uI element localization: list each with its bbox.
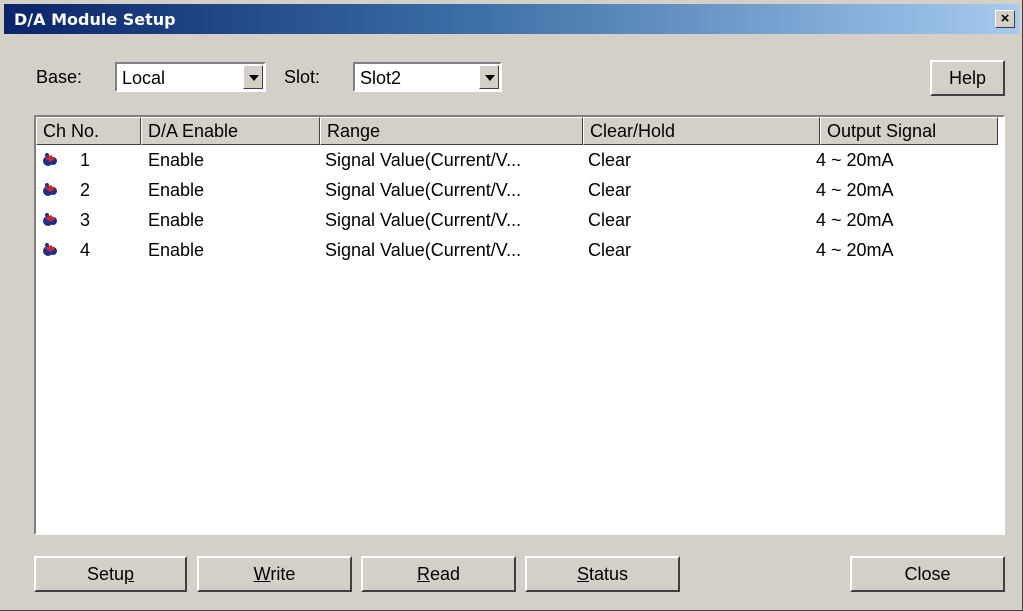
range-cell: Signal Value(Current/V... [325, 210, 522, 230]
table-row[interactable]: 4 Enable Signal Value(Current/V... Clear… [36, 237, 1003, 267]
status-button[interactable]: Status [525, 556, 680, 592]
chevron-down-icon[interactable] [479, 65, 499, 89]
range-cell: Signal Value(Current/V... [325, 180, 522, 200]
title-bar[interactable]: D/A Module Setup × [4, 4, 1019, 34]
channel-icon [43, 213, 57, 226]
column-header-da-enable[interactable]: D/A Enable [141, 117, 320, 145]
da-enable-cell: Enable [148, 210, 205, 230]
range-cell: Signal Value(Current/V... [325, 150, 522, 170]
status-label: tatus [588, 564, 629, 584]
setup-button[interactable]: Setup [34, 556, 187, 592]
window-title: D/A Module Setup [14, 10, 176, 29]
table-row[interactable]: 3 Enable Signal Value(Current/V... Clear… [36, 207, 1003, 237]
range-cell: Signal Value(Current/V... [325, 240, 522, 260]
da-enable-cell: Enable [148, 150, 205, 170]
setup-accel: p [124, 564, 135, 584]
channel-icon [43, 243, 57, 256]
clear-hold-cell: Clear [588, 180, 632, 200]
ch-no-cell: 3 [80, 210, 91, 230]
da-enable-cell: Enable [148, 180, 205, 200]
table-row[interactable]: 2 Enable Signal Value(Current/V... Clear… [36, 177, 1003, 207]
clear-hold-cell: Clear [588, 210, 632, 230]
base-select[interactable]: Local [115, 62, 266, 92]
output-signal-cell: 4 ~ 20mA [816, 210, 894, 230]
table-row[interactable]: 1 Enable Signal Value(Current/V... Clear… [36, 147, 1003, 177]
channel-icon [43, 183, 57, 196]
close-button[interactable]: Close [850, 556, 1005, 592]
slot-select[interactable]: Slot2 [353, 62, 502, 92]
clear-hold-cell: Clear [588, 150, 632, 170]
ch-no-cell: 4 [80, 240, 91, 260]
column-header-range[interactable]: Range [320, 117, 583, 145]
read-button[interactable]: Read [361, 556, 516, 592]
ch-no-cell: 2 [80, 180, 91, 200]
write-button[interactable]: Write [197, 556, 352, 592]
base-label: Base: [36, 67, 83, 87]
output-signal-cell: 4 ~ 20mA [816, 240, 894, 260]
dialog-window: D/A Module Setup × Base: Local Slot: Slo… [0, 0, 1023, 611]
column-header-output-signal[interactable]: Output Signal [820, 117, 998, 145]
close-icon[interactable]: × [995, 10, 1015, 28]
output-signal-cell: 4 ~ 20mA [816, 180, 894, 200]
channel-icon [43, 153, 57, 166]
clear-hold-cell: Clear [588, 240, 632, 260]
slot-select-value: Slot2 [360, 68, 402, 88]
read-label: ead [429, 564, 461, 584]
slot-label: Slot: [284, 67, 321, 87]
ch-no-cell: 1 [80, 150, 91, 170]
status-accel: S [576, 564, 589, 584]
column-header-clear-hold[interactable]: Clear/Hold [583, 117, 820, 145]
column-header-ch-no[interactable]: Ch No. [36, 117, 141, 145]
channel-list[interactable]: Ch No. D/A Enable Range Clear/Hold Outpu… [34, 115, 1005, 535]
write-label: rite [270, 564, 296, 584]
da-enable-cell: Enable [148, 240, 205, 260]
output-signal-cell: 4 ~ 20mA [816, 150, 894, 170]
write-accel: W [253, 564, 271, 584]
chevron-down-icon[interactable] [243, 65, 263, 89]
help-button[interactable]: Help [930, 60, 1005, 96]
base-select-value: Local [122, 68, 166, 88]
setup-label: Setu [86, 564, 124, 584]
read-accel: R [416, 564, 430, 584]
